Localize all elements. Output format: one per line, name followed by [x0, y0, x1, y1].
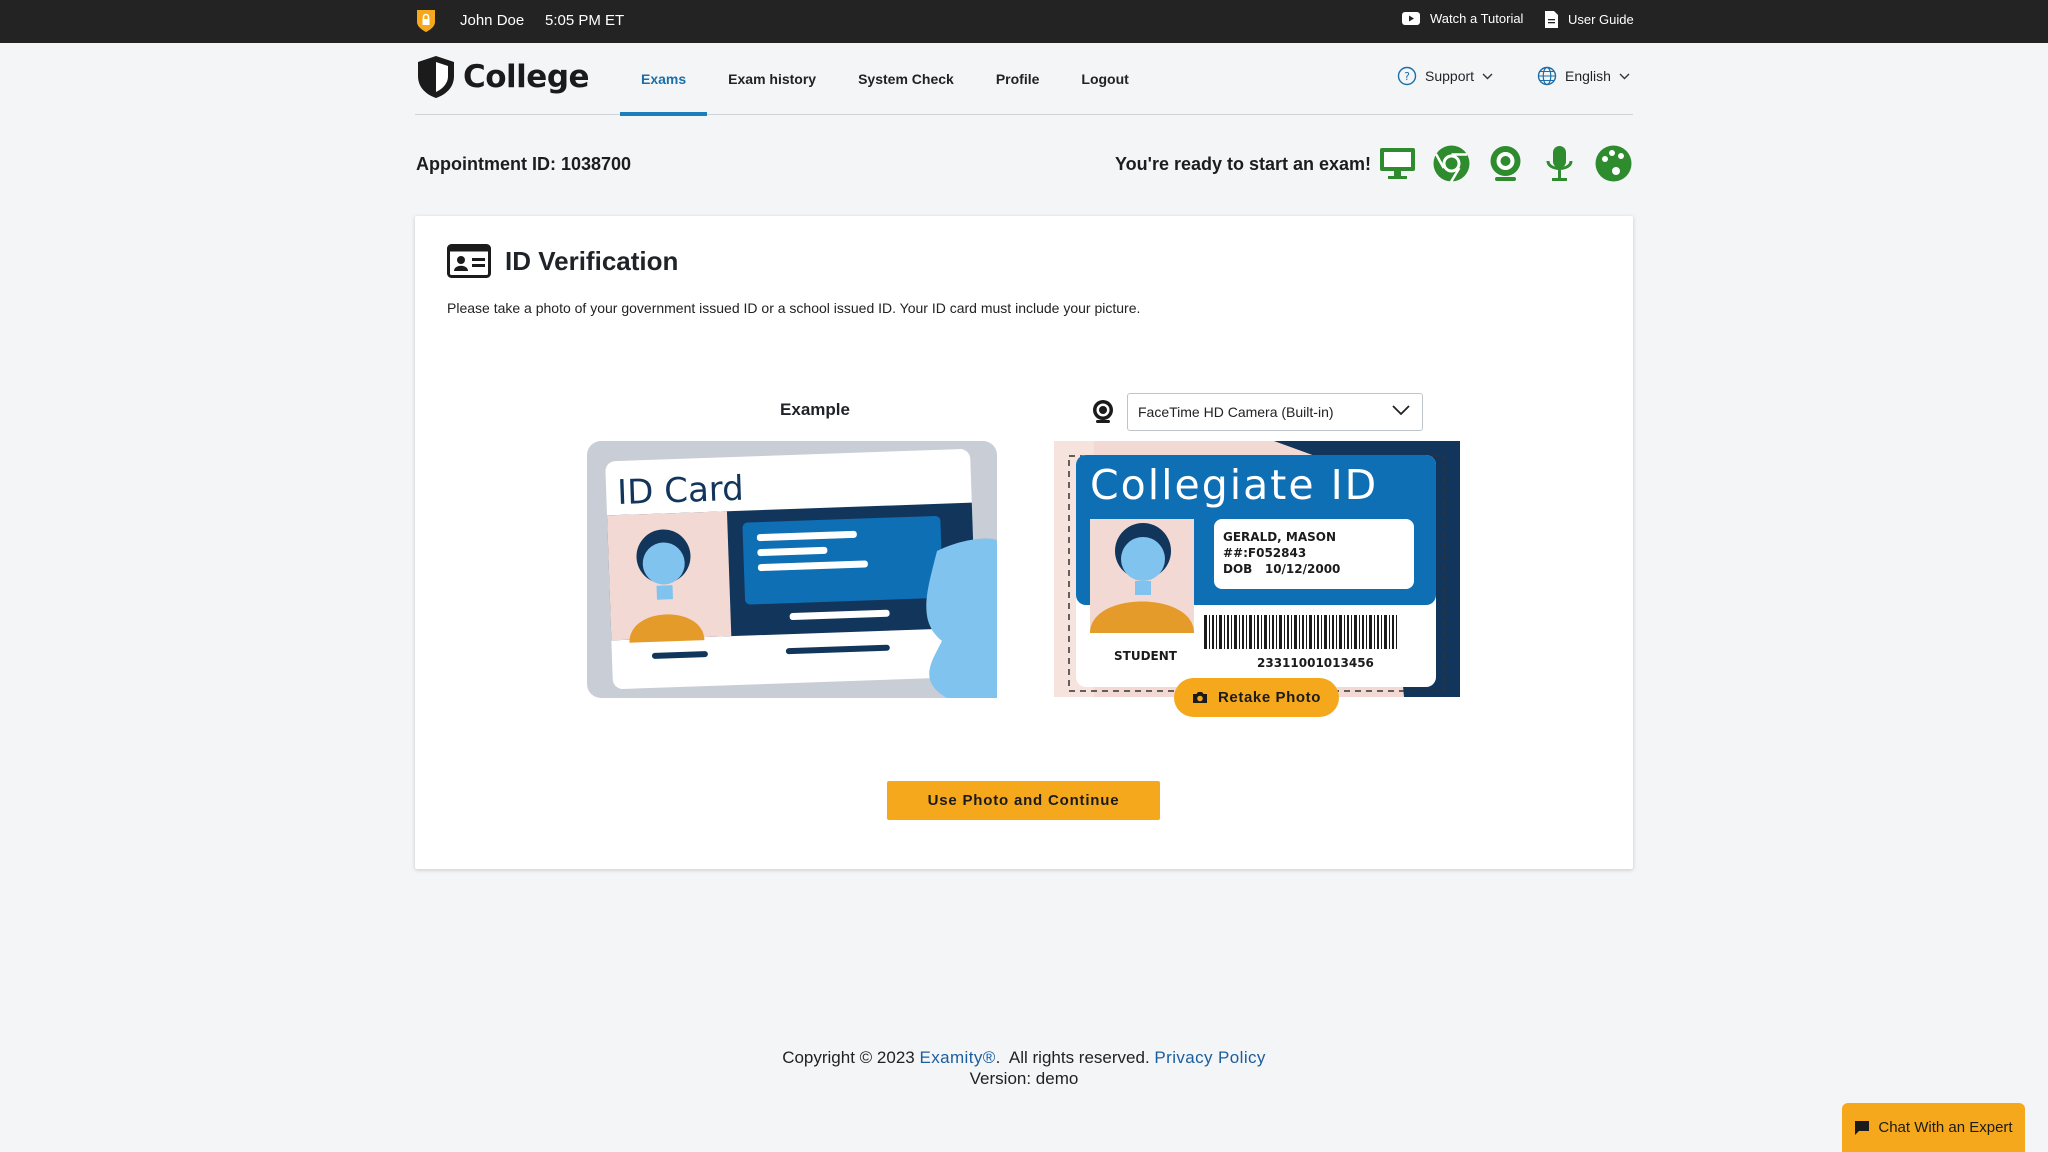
examity-link[interactable]: Examity® [919, 1048, 995, 1067]
language-label: English [1565, 68, 1611, 84]
id-card-icon [447, 244, 491, 278]
use-photo-continue-button[interactable]: Use Photo and Continue [887, 781, 1160, 820]
current-time: 5:05 PM ET [545, 12, 625, 29]
chevron-down-icon [1392, 405, 1410, 416]
captured-id-photo: Collegiate ID GERALD, MASON ##:F052843 D… [1054, 441, 1460, 697]
globe-icon [1537, 66, 1557, 86]
example-label: Example [780, 400, 850, 419]
example-card-title: ID Card [617, 469, 745, 513]
support-dropdown[interactable]: ? Support [1397, 66, 1493, 86]
card-header: ID Verification [447, 244, 678, 278]
captured-id-title: Collegiate ID [1090, 461, 1378, 509]
chevron-down-icon [1482, 73, 1493, 79]
top-bar: John Doe 5:05 PM ET Watch a Tutorial Use… [0, 0, 2048, 43]
chat-expert-label: Chat With an Expert [1878, 1119, 2013, 1136]
rights-text: . All rights reserved. [995, 1048, 1150, 1067]
nav-links: Exams Exam history System Check Profile … [620, 43, 1150, 116]
system-status-icons [1378, 144, 1633, 183]
nav-exam-history[interactable]: Exam history [707, 43, 837, 115]
chevron-down-icon [1619, 73, 1630, 79]
camera-icon [1192, 692, 1207, 703]
footer: Copyright © 2023 Examity®. All rights re… [0, 1047, 2048, 1089]
shield-logo-icon [418, 56, 454, 98]
copyright-text: Copyright © 2023 [782, 1048, 915, 1067]
user-name: John Doe [460, 12, 525, 29]
captured-id-role: STUDENT [1114, 649, 1178, 663]
youtube-icon [1402, 12, 1420, 25]
camera-select[interactable]: FaceTime HD Camera (Built-in) [1127, 393, 1423, 431]
microphone-icon [1540, 144, 1579, 183]
captured-id-number: ##:F052843 [1223, 546, 1306, 560]
language-dropdown[interactable]: English [1537, 66, 1630, 86]
shield-lock-icon [417, 10, 435, 32]
nav-exams[interactable]: Exams [620, 43, 708, 116]
main-nav: College Exams Exam history System Check … [415, 43, 1633, 116]
document-icon [1545, 11, 1558, 28]
help-circle-icon: ? [1397, 66, 1417, 86]
college-logo[interactable]: College [415, 54, 590, 100]
webcam-icon [1486, 144, 1525, 183]
webcam-icon [1093, 400, 1113, 423]
chrome-icon [1432, 144, 1471, 183]
nav-system-check[interactable]: System Check [837, 43, 975, 115]
palette-icon [1594, 144, 1633, 183]
svg-text:?: ? [1404, 70, 1410, 83]
camera-select-value: FaceTime HD Camera (Built-in) [1138, 404, 1334, 420]
id-verification-card: ID Verification Please take a photo of y… [415, 216, 1633, 869]
privacy-policy-link[interactable]: Privacy Policy [1154, 1048, 1265, 1067]
watch-tutorial-link[interactable]: Watch a Tutorial [1402, 11, 1523, 26]
card-title: ID Verification [505, 245, 679, 276]
captured-id-name: GERALD, MASON [1223, 530, 1336, 544]
appointment-id: Appointment ID: 1038700 [416, 154, 632, 174]
user-guide-label: User Guide [1568, 12, 1634, 27]
ready-message: You're ready to start an exam! [1115, 154, 1372, 174]
monitor-icon [1378, 144, 1417, 183]
retake-photo-button[interactable]: Retake Photo [1174, 678, 1339, 717]
user-guide-link[interactable]: User Guide [1545, 11, 1634, 28]
retake-photo-label: Retake Photo [1217, 689, 1322, 706]
support-label: Support [1425, 68, 1475, 84]
watch-tutorial-label: Watch a Tutorial [1430, 11, 1524, 26]
copyright-line: Copyright © 2023 Examity®. All rights re… [0, 1047, 2048, 1068]
version-text: Version: demo [969, 1069, 1079, 1088]
captured-id-dob: DOB 10/12/2000 [1223, 562, 1340, 576]
nav-logout[interactable]: Logout [1060, 43, 1149, 115]
example-id-illustration: ID Card [587, 441, 997, 698]
nav-profile[interactable]: Profile [975, 43, 1061, 115]
captured-id-barcode-number: 23311001013456 [1257, 656, 1374, 670]
card-description: Please take a photo of your government i… [447, 300, 1141, 316]
chat-expert-button[interactable]: Chat With an Expert [1842, 1103, 2025, 1152]
chat-bubble-icon [1855, 1120, 1870, 1135]
logo-text: College [463, 59, 590, 95]
